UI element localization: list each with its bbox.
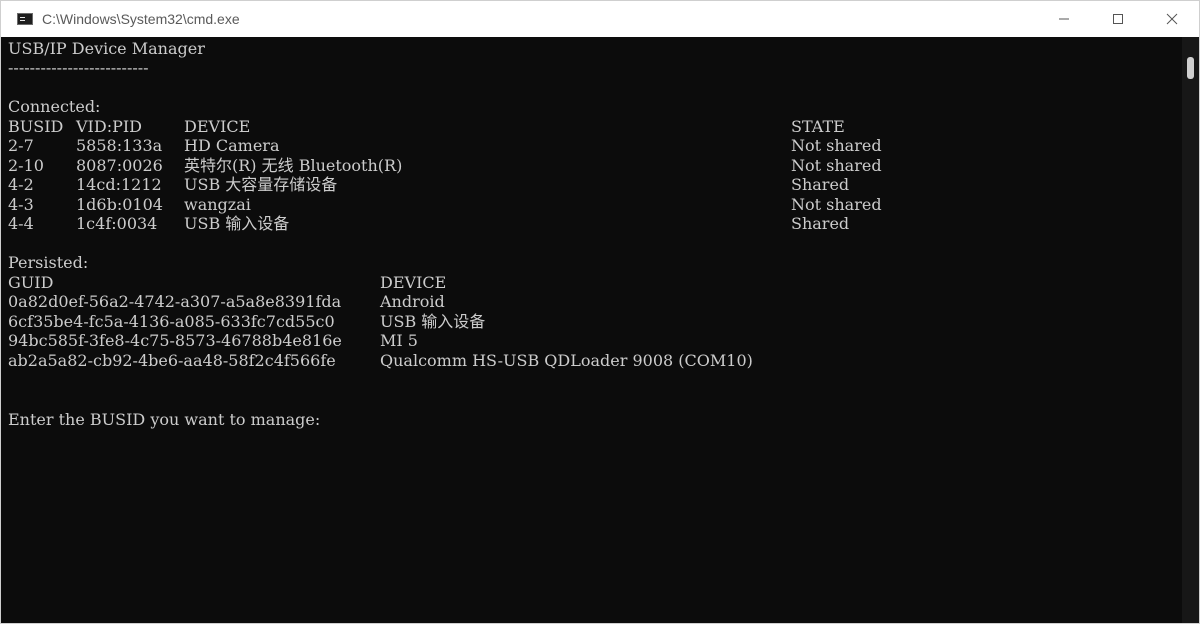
persisted-device: Qualcomm HS-USB QDLoader 9008 (COM10) bbox=[380, 351, 753, 370]
connected-busid: 2-7 bbox=[8, 136, 34, 155]
header-state: STATE bbox=[791, 117, 845, 136]
connected-vidpid: 1d6b:0104 bbox=[76, 195, 163, 214]
connected-label: Connected: bbox=[8, 97, 101, 116]
connected-busid: 2-10 bbox=[8, 156, 44, 175]
persisted-guid: 0a82d0ef-56a2-4742-a307-a5a8e8391fda bbox=[8, 292, 342, 311]
busid-prompt: Enter the BUSID you want to manage: bbox=[8, 410, 321, 429]
close-icon bbox=[1166, 13, 1178, 25]
maximize-icon bbox=[1113, 14, 1123, 24]
window-title: C:\Windows\System32\cmd.exe bbox=[42, 11, 240, 27]
console-title: USB/IP Device Manager bbox=[8, 39, 205, 58]
header-device: DEVICE bbox=[184, 117, 251, 136]
connected-busid: 4-3 bbox=[8, 195, 34, 214]
connected-busid: 4-4 bbox=[8, 214, 34, 233]
cmd-window: C:\Windows\System32\cmd.exe USB/IP Devic… bbox=[0, 0, 1200, 624]
connected-state: Not shared bbox=[791, 136, 882, 155]
connected-device: 英特尔(R) 无线 Bluetooth(R) bbox=[184, 156, 403, 175]
persisted-label: Persisted: bbox=[8, 253, 89, 272]
connected-device: wangzai bbox=[184, 195, 251, 214]
connected-device: USB 大容量存储设备 bbox=[184, 175, 338, 194]
persisted-guid: 94bc585f-3fe8-4c75-8573-46788b4e816e bbox=[8, 331, 342, 350]
persisted-device: Android bbox=[380, 292, 445, 311]
connected-state: Not shared bbox=[791, 156, 882, 175]
persisted-guid: 6cf35be4-fc5a-4136-a085-633fc7cd55c0 bbox=[8, 312, 335, 331]
window-controls bbox=[1037, 1, 1199, 37]
persisted-device: USB 输入设备 bbox=[380, 312, 486, 331]
connected-vidpid: 14cd:1212 bbox=[76, 175, 162, 194]
connected-device: HD Camera bbox=[184, 136, 280, 155]
connected-state: Shared bbox=[791, 214, 850, 233]
connected-vidpid: 1c4f:0034 bbox=[76, 214, 158, 233]
connected-state: Not shared bbox=[791, 195, 882, 214]
connected-busid: 4-2 bbox=[8, 175, 34, 194]
console-title-underline: -------------------------- bbox=[8, 58, 149, 77]
minimize-icon bbox=[1059, 18, 1069, 20]
persisted-device: MI 5 bbox=[380, 331, 418, 350]
connected-device: USB 输入设备 bbox=[184, 214, 290, 233]
title-bar[interactable]: C:\Windows\System32\cmd.exe bbox=[1, 1, 1199, 37]
header-persisted-device: DEVICE bbox=[380, 273, 447, 292]
header-busid: BUSID bbox=[8, 117, 64, 136]
header-guid: GUID bbox=[8, 273, 54, 292]
minimize-button[interactable] bbox=[1037, 1, 1091, 37]
scrollbar-thumb[interactable] bbox=[1187, 57, 1194, 79]
header-vidpid: VID:PID bbox=[76, 117, 143, 136]
connected-vidpid: 5858:133a bbox=[76, 136, 163, 155]
vertical-scrollbar[interactable] bbox=[1182, 37, 1199, 623]
maximize-button[interactable] bbox=[1091, 1, 1145, 37]
console-icon bbox=[17, 13, 33, 25]
connected-state: Shared bbox=[791, 175, 850, 194]
persisted-guid: ab2a5a82-cb92-4be6-aa48-58f2c4f566fe bbox=[8, 351, 336, 370]
close-button[interactable] bbox=[1145, 1, 1199, 37]
connected-vidpid: 8087:0026 bbox=[76, 156, 163, 175]
console-output[interactable]: USB/IP Device Manager ------------------… bbox=[1, 37, 1183, 623]
